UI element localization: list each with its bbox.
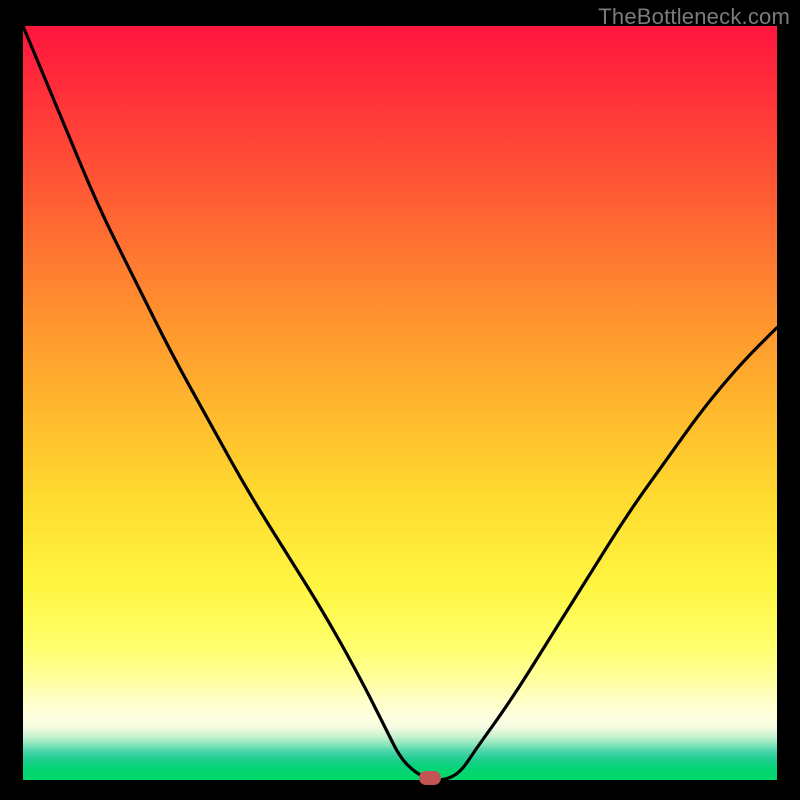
curve-layer xyxy=(23,26,777,780)
optimal-point-marker xyxy=(419,771,441,785)
plot-area xyxy=(23,26,777,780)
bottleneck-chart: TheBottleneck.com xyxy=(0,0,800,800)
plot-inner xyxy=(23,26,777,780)
bottleneck-curve-line xyxy=(23,26,777,780)
watermark-text: TheBottleneck.com xyxy=(598,4,790,30)
